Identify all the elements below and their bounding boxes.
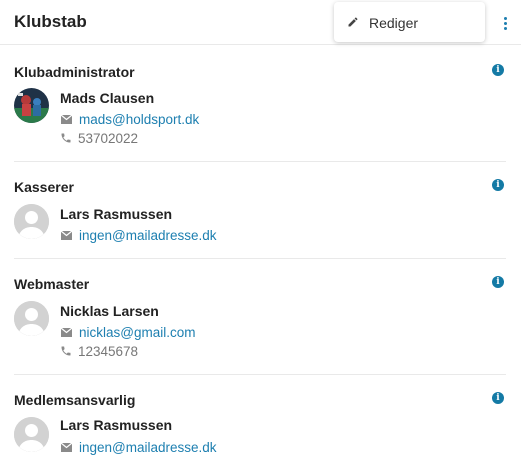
phone-row: 53702022 bbox=[60, 130, 138, 146]
phone-icon bbox=[61, 346, 71, 356]
email-row[interactable]: ingen@mailadresse.dk bbox=[60, 227, 217, 243]
email-row[interactable]: ingen@mailadresse.dk bbox=[60, 439, 217, 455]
role-title: Klubadministrator bbox=[14, 64, 135, 80]
member-email[interactable]: ingen@mailadresse.dk bbox=[79, 228, 217, 243]
default-user-icon bbox=[14, 301, 49, 336]
member-name: Lars Rasmussen bbox=[60, 206, 173, 222]
divider bbox=[14, 374, 506, 375]
divider bbox=[14, 161, 506, 162]
default-user-icon bbox=[14, 204, 49, 239]
page-title: Klubstab bbox=[14, 12, 87, 31]
mail-icon bbox=[60, 114, 73, 124]
section-kasserer: Kasserer i Lars Rasmussen ingen@mailadre… bbox=[14, 179, 506, 249]
member-email[interactable]: mads@holdsport.dk bbox=[79, 112, 199, 127]
avatar bbox=[14, 88, 49, 123]
role-title: Webmaster bbox=[14, 276, 90, 292]
default-user-icon bbox=[14, 417, 49, 452]
section-webmaster: Webmaster i Nicklas Larsen nicklas@gmail… bbox=[14, 276, 506, 366]
avatar bbox=[14, 204, 49, 239]
email-row[interactable]: nicklas@gmail.com bbox=[60, 324, 195, 340]
mail-icon bbox=[60, 230, 73, 240]
email-row[interactable]: mads@holdsport.dk bbox=[60, 111, 199, 127]
member-phone: 12345678 bbox=[78, 343, 139, 359]
info-icon[interactable]: i bbox=[492, 64, 504, 76]
section-klubadministrator: Klubadministrator i Mads Clausen mads@ho… bbox=[14, 64, 506, 154]
role-title: Medlemsansvarlig bbox=[14, 392, 136, 408]
edit-label: Rediger bbox=[369, 15, 419, 31]
avatar bbox=[14, 301, 49, 336]
mail-icon bbox=[60, 442, 73, 452]
more-options-icon[interactable] bbox=[498, 12, 512, 34]
member-email[interactable]: ingen@mailadresse.dk bbox=[79, 440, 217, 455]
member-name: Lars Rasmussen bbox=[60, 417, 173, 433]
info-icon[interactable]: i bbox=[492, 392, 504, 404]
info-icon[interactable]: i bbox=[492, 179, 504, 191]
edit-menu-item[interactable]: Rediger bbox=[334, 2, 485, 42]
member-email[interactable]: nicklas@gmail.com bbox=[79, 325, 195, 340]
pencil-icon bbox=[348, 17, 358, 27]
divider bbox=[14, 258, 506, 259]
member-name: Nicklas Larsen bbox=[60, 303, 159, 319]
phone-row: 12345678 bbox=[60, 343, 138, 359]
info-icon[interactable]: i bbox=[492, 276, 504, 288]
role-title: Kasserer bbox=[14, 179, 74, 195]
member-name: Mads Clausen bbox=[60, 90, 155, 106]
section-medlemsansvarlig: Medlemsansvarlig i Lars Rasmussen ingen@… bbox=[14, 392, 506, 464]
member-phone: 53702022 bbox=[78, 130, 139, 146]
avatar bbox=[14, 417, 49, 452]
mail-icon bbox=[60, 327, 73, 337]
phone-icon bbox=[61, 133, 71, 143]
